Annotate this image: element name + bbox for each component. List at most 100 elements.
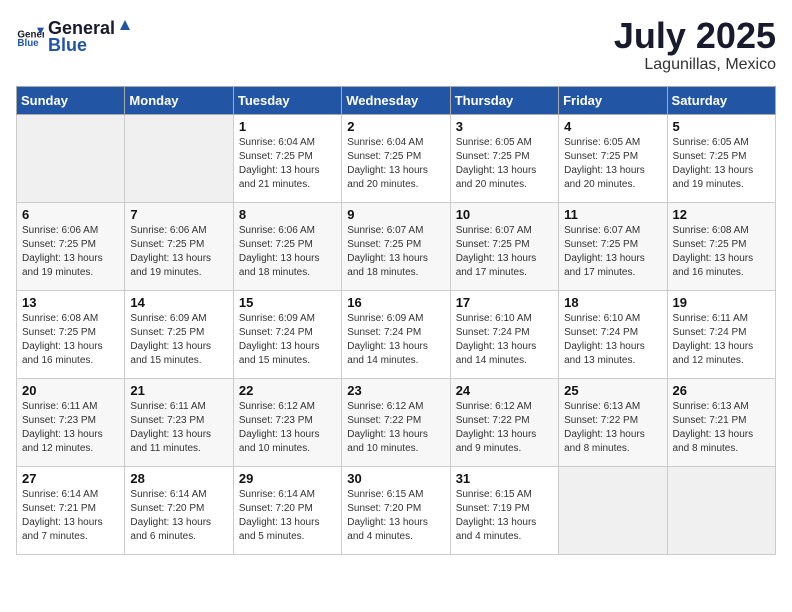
calendar-cell: 18 Sunrise: 6:10 AMSunset: 7:24 PMDayligh… bbox=[559, 290, 667, 378]
day-number: 29 bbox=[239, 471, 336, 486]
day-info: Sunrise: 6:09 AMSunset: 7:24 PMDaylight:… bbox=[347, 312, 444, 368]
logo-icon: General Blue bbox=[16, 22, 44, 50]
day-info: Sunrise: 6:12 AMSunset: 7:23 PMDaylight:… bbox=[239, 400, 336, 456]
calendar-cell: 29 Sunrise: 6:14 AMSunset: 7:20 PMDayligh… bbox=[233, 466, 341, 554]
day-info: Sunrise: 6:06 AMSunset: 7:25 PMDaylight:… bbox=[239, 224, 336, 280]
calendar-cell: 31 Sunrise: 6:15 AMSunset: 7:19 PMDayligh… bbox=[450, 466, 558, 554]
week-row-1: 1 Sunrise: 6:04 AMSunset: 7:25 PMDaylight… bbox=[17, 114, 776, 202]
calendar-cell: 13 Sunrise: 6:08 AMSunset: 7:25 PMDayligh… bbox=[17, 290, 125, 378]
logo: General Blue General Blue bbox=[16, 16, 135, 56]
day-info: Sunrise: 6:10 AMSunset: 7:24 PMDaylight:… bbox=[456, 312, 553, 368]
calendar-cell: 21 Sunrise: 6:11 AMSunset: 7:23 PMDayligh… bbox=[125, 378, 233, 466]
day-info: Sunrise: 6:14 AMSunset: 7:20 PMDaylight:… bbox=[239, 488, 336, 544]
day-info: Sunrise: 6:12 AMSunset: 7:22 PMDaylight:… bbox=[456, 400, 553, 456]
calendar-cell: 2 Sunrise: 6:04 AMSunset: 7:25 PMDaylight… bbox=[342, 114, 450, 202]
day-number: 20 bbox=[22, 383, 119, 398]
calendar-cell: 4Sunrise: 6:05 AMSunset: 7:25 PMDaylight… bbox=[559, 114, 667, 202]
calendar-cell: 12Sunrise: 6:08 AMSunset: 7:25 PMDayligh… bbox=[667, 202, 775, 290]
calendar-cell: 14Sunrise: 6:09 AMSunset: 7:25 PMDayligh… bbox=[125, 290, 233, 378]
calendar-cell: 16 Sunrise: 6:09 AMSunset: 7:24 PMDayligh… bbox=[342, 290, 450, 378]
day-info: Sunrise: 6:04 AMSunset: 7:25 PMDaylight:… bbox=[347, 136, 444, 192]
day-number: 13 bbox=[22, 295, 119, 310]
day-number: 18 bbox=[564, 295, 661, 310]
day-info: Sunrise: 6:11 AMSunset: 7:23 PMDaylight:… bbox=[130, 400, 227, 456]
calendar-cell: 24 Sunrise: 6:12 AMSunset: 7:22 PMDayligh… bbox=[450, 378, 558, 466]
day-info: Sunrise: 6:06 AMSunset: 7:25 PMDaylight:… bbox=[130, 224, 227, 280]
week-row-5: 27Sunrise: 6:14 AMSunset: 7:21 PMDayligh… bbox=[17, 466, 776, 554]
day-number: 9 bbox=[347, 207, 444, 222]
calendar-cell: 28 Sunrise: 6:14 AMSunset: 7:20 PMDayligh… bbox=[125, 466, 233, 554]
day-info: Sunrise: 6:15 AMSunset: 7:19 PMDaylight:… bbox=[456, 488, 553, 544]
day-number: 1 bbox=[239, 119, 336, 134]
svg-text:Blue: Blue bbox=[17, 38, 39, 49]
calendar-cell: 10 Sunrise: 6:07 AMSunset: 7:25 PMDayligh… bbox=[450, 202, 558, 290]
location-title: Lagunillas, Mexico bbox=[614, 56, 776, 74]
calendar-cell: 5 Sunrise: 6:05 AMSunset: 7:25 PMDaylight… bbox=[667, 114, 775, 202]
day-number: 6 bbox=[22, 207, 119, 222]
calendar-cell bbox=[667, 466, 775, 554]
day-number: 25 bbox=[564, 383, 661, 398]
weekday-header-saturday: Saturday bbox=[667, 86, 775, 114]
calendar-cell: 23 Sunrise: 6:12 AMSunset: 7:22 PMDayligh… bbox=[342, 378, 450, 466]
day-info: Sunrise: 6:05 AMSunset: 7:25 PMDaylight:… bbox=[673, 136, 770, 192]
day-info: Sunrise: 6:08 AMSunset: 7:25 PMDaylight:… bbox=[673, 224, 770, 280]
day-number: 8 bbox=[239, 207, 336, 222]
day-info: Sunrise: 6:13 AMSunset: 7:21 PMDaylight:… bbox=[673, 400, 770, 456]
day-info: Sunrise: 6:08 AMSunset: 7:25 PMDaylight:… bbox=[22, 312, 119, 368]
calendar-cell: 7Sunrise: 6:06 AMSunset: 7:25 PMDaylight… bbox=[125, 202, 233, 290]
day-info: Sunrise: 6:15 AMSunset: 7:20 PMDaylight:… bbox=[347, 488, 444, 544]
day-info: Sunrise: 6:09 AMSunset: 7:24 PMDaylight:… bbox=[239, 312, 336, 368]
calendar-cell: 20 Sunrise: 6:11 AMSunset: 7:23 PMDayligh… bbox=[17, 378, 125, 466]
weekday-header-thursday: Thursday bbox=[450, 86, 558, 114]
calendar-cell: 1 Sunrise: 6:04 AMSunset: 7:25 PMDaylight… bbox=[233, 114, 341, 202]
calendar-cell: 25 Sunrise: 6:13 AMSunset: 7:22 PMDayligh… bbox=[559, 378, 667, 466]
day-number: 2 bbox=[347, 119, 444, 134]
calendar-cell: 22 Sunrise: 6:12 AMSunset: 7:23 PMDayligh… bbox=[233, 378, 341, 466]
day-info: Sunrise: 6:12 AMSunset: 7:22 PMDaylight:… bbox=[347, 400, 444, 456]
day-info: Sunrise: 6:07 AMSunset: 7:25 PMDaylight:… bbox=[456, 224, 553, 280]
day-info: Sunrise: 6:05 AMSunset: 7:25 PMDaylight:… bbox=[564, 136, 661, 192]
day-info: Sunrise: 6:04 AMSunset: 7:25 PMDaylight:… bbox=[239, 136, 336, 192]
day-info: Sunrise: 6:14 AMSunset: 7:20 PMDaylight:… bbox=[130, 488, 227, 544]
page-header: General Blue General Blue July 2025 Lagu… bbox=[16, 16, 776, 74]
calendar-cell: 3 Sunrise: 6:05 AMSunset: 7:25 PMDaylight… bbox=[450, 114, 558, 202]
day-info: Sunrise: 6:07 AMSunset: 7:25 PMDaylight:… bbox=[564, 224, 661, 280]
day-number: 22 bbox=[239, 383, 336, 398]
calendar-cell bbox=[559, 466, 667, 554]
day-number: 11 bbox=[564, 207, 661, 222]
calendar-cell bbox=[125, 114, 233, 202]
day-number: 21 bbox=[130, 383, 227, 398]
weekday-header-wednesday: Wednesday bbox=[342, 86, 450, 114]
day-number: 24 bbox=[456, 383, 553, 398]
calendar-cell: 17Sunrise: 6:10 AMSunset: 7:24 PMDayligh… bbox=[450, 290, 558, 378]
day-number: 23 bbox=[347, 383, 444, 398]
calendar-table: SundayMondayTuesdayWednesdayThursdayFrid… bbox=[16, 86, 776, 555]
logo-triangle-icon bbox=[116, 16, 134, 34]
day-info: Sunrise: 6:11 AMSunset: 7:24 PMDaylight:… bbox=[673, 312, 770, 368]
calendar-cell: 6 Sunrise: 6:06 AMSunset: 7:25 PMDaylight… bbox=[17, 202, 125, 290]
day-info: Sunrise: 6:06 AMSunset: 7:25 PMDaylight:… bbox=[22, 224, 119, 280]
day-info: Sunrise: 6:11 AMSunset: 7:23 PMDaylight:… bbox=[22, 400, 119, 456]
day-number: 3 bbox=[456, 119, 553, 134]
day-number: 16 bbox=[347, 295, 444, 310]
week-row-4: 20 Sunrise: 6:11 AMSunset: 7:23 PMDayligh… bbox=[17, 378, 776, 466]
day-info: Sunrise: 6:13 AMSunset: 7:22 PMDaylight:… bbox=[564, 400, 661, 456]
day-number: 10 bbox=[456, 207, 553, 222]
day-info: Sunrise: 6:10 AMSunset: 7:24 PMDaylight:… bbox=[564, 312, 661, 368]
calendar-cell: 15 Sunrise: 6:09 AMSunset: 7:24 PMDayligh… bbox=[233, 290, 341, 378]
day-number: 19 bbox=[673, 295, 770, 310]
calendar-cell: 19 Sunrise: 6:11 AMSunset: 7:24 PMDayligh… bbox=[667, 290, 775, 378]
day-number: 5 bbox=[673, 119, 770, 134]
calendar-cell: 11 Sunrise: 6:07 AMSunset: 7:25 PMDayligh… bbox=[559, 202, 667, 290]
day-number: 31 bbox=[456, 471, 553, 486]
day-number: 14 bbox=[130, 295, 227, 310]
day-number: 26 bbox=[673, 383, 770, 398]
calendar-cell bbox=[17, 114, 125, 202]
day-number: 28 bbox=[130, 471, 227, 486]
title-block: July 2025 Lagunillas, Mexico bbox=[614, 16, 776, 74]
day-info: Sunrise: 6:05 AMSunset: 7:25 PMDaylight:… bbox=[456, 136, 553, 192]
day-info: Sunrise: 6:14 AMSunset: 7:21 PMDaylight:… bbox=[22, 488, 119, 544]
calendar-cell: 9Sunrise: 6:07 AMSunset: 7:25 PMDaylight… bbox=[342, 202, 450, 290]
day-number: 15 bbox=[239, 295, 336, 310]
month-title: July 2025 bbox=[614, 16, 776, 56]
